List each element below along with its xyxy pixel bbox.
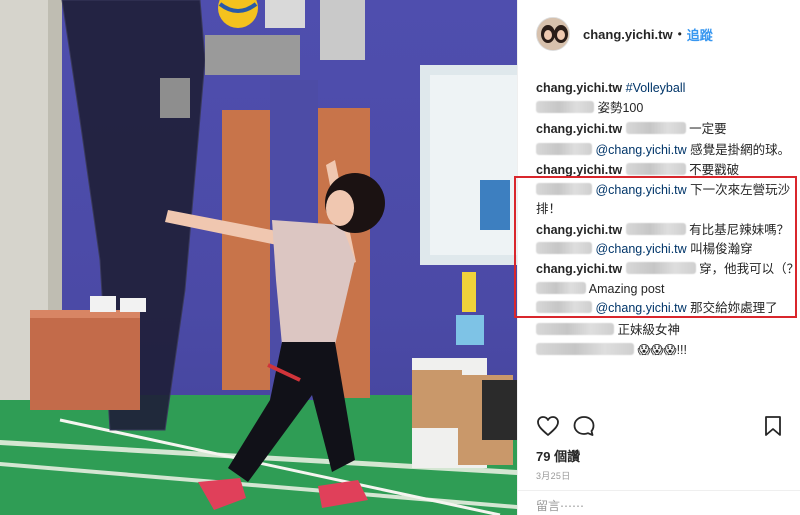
- post-sidebar: chang.yichi.tw • 追蹤 chang.yichi.tw #Voll…: [517, 0, 800, 515]
- comment-item: @chang.yichi.tw 叫楊俊瀚穿: [536, 241, 753, 258]
- comment-username[interactable]: chang.yichi.tw: [536, 122, 622, 136]
- blurred-username: [536, 143, 592, 155]
- comment-item: @chang.yichi.tw 那交給妳處理了: [536, 300, 778, 317]
- comment-item: @chang.yichi.tw 感覺是掛網的球。: [536, 142, 790, 159]
- comment-username[interactable]: chang.yichi.tw: [536, 262, 622, 276]
- comment-text: 正妹級女神: [617, 323, 680, 337]
- blurred-mention: [625, 223, 686, 235]
- comment-item: Amazing post: [536, 281, 665, 298]
- volleyball-court-scene: [0, 0, 517, 515]
- separator-dot: •: [677, 27, 682, 41]
- blurred-username: [536, 101, 594, 113]
- comment-text: 😱😱😱!!!: [637, 343, 687, 357]
- blurred-username: [536, 343, 634, 355]
- blurred-username: [536, 323, 614, 335]
- comment-text: 不要戳破: [689, 163, 740, 177]
- mention-link[interactable]: @chang.yichi.tw: [595, 242, 686, 256]
- comment-item: 正妹級女神: [536, 322, 680, 339]
- follow-button[interactable]: 追蹤: [687, 25, 713, 44]
- comment-item: chang.yichi.tw 一定要: [536, 121, 727, 138]
- comment-text: Amazing post: [588, 282, 665, 296]
- comment-text: 一定要: [689, 122, 727, 136]
- door-left: [222, 110, 270, 390]
- comment-text: 感覺是掛網的球。: [690, 143, 791, 157]
- avatar[interactable]: [536, 17, 570, 51]
- hashtag-link[interactable]: #Volleyball: [626, 81, 686, 95]
- comment-item: chang.yichi.tw 有比基尼辣妹嗎？: [536, 222, 789, 239]
- blurred-mention: [625, 163, 686, 175]
- blurred-mention: [625, 262, 696, 274]
- heart-outline-icon[interactable]: [536, 415, 560, 442]
- blurred-mention: [625, 122, 686, 134]
- speech-bubble-icon[interactable]: [572, 415, 596, 442]
- comment-item: 姿勢100: [536, 100, 643, 117]
- blurred-username: [536, 301, 592, 313]
- add-comment-input[interactable]: 留言⋯⋯: [536, 497, 584, 514]
- blurred-username: [536, 242, 592, 254]
- volleyball: [218, 0, 258, 28]
- avatar-photo-icon: [537, 18, 569, 50]
- comment-item: chang.yichi.tw 穿，他我可以（？: [536, 261, 799, 278]
- post-photo: [0, 0, 517, 515]
- comment-text: 叫楊俊瀚穿: [690, 242, 753, 256]
- comment-item: @chang.yichi.tw 下一次來左營玩沙: [536, 182, 790, 199]
- blurred-username: [536, 183, 592, 195]
- comment-caption: chang.yichi.tw #Volleyball: [536, 80, 685, 97]
- comment-text: 下一次來左營玩沙: [690, 183, 791, 197]
- comment-username[interactable]: chang.yichi.tw: [536, 163, 622, 177]
- bookmark-icon[interactable]: [764, 415, 782, 442]
- mention-link[interactable]: @chang.yichi.tw: [595, 143, 686, 157]
- table: [30, 310, 140, 410]
- comment-item: chang.yichi.tw 不要戳破: [536, 162, 739, 179]
- comment-item: 😱😱😱!!!: [536, 342, 687, 359]
- comment-text: 穿，他我可以（？: [699, 262, 800, 276]
- comment-username[interactable]: chang.yichi.tw: [536, 81, 622, 95]
- comment-text: 有比基尼辣妹嗎？: [689, 223, 790, 237]
- post-date: 3月25日: [536, 471, 571, 481]
- comment-text: 姿勢100: [597, 101, 644, 115]
- mention-link[interactable]: @chang.yichi.tw: [595, 301, 686, 315]
- comment-username[interactable]: chang.yichi.tw: [536, 223, 622, 237]
- comment-text: 排！: [536, 202, 562, 216]
- post-header: chang.yichi.tw • 追蹤: [518, 0, 800, 68]
- comment-item-continuation: 排！: [536, 201, 561, 218]
- action-bar: [536, 415, 596, 442]
- mention-link[interactable]: @chang.yichi.tw: [595, 183, 686, 197]
- comment-text: 那交給妳處理了: [690, 301, 778, 315]
- post-author-username[interactable]: chang.yichi.tw: [583, 27, 673, 42]
- blurred-username: [536, 282, 586, 294]
- divider: [518, 490, 800, 491]
- likes-count[interactable]: 79 個讚: [536, 446, 580, 465]
